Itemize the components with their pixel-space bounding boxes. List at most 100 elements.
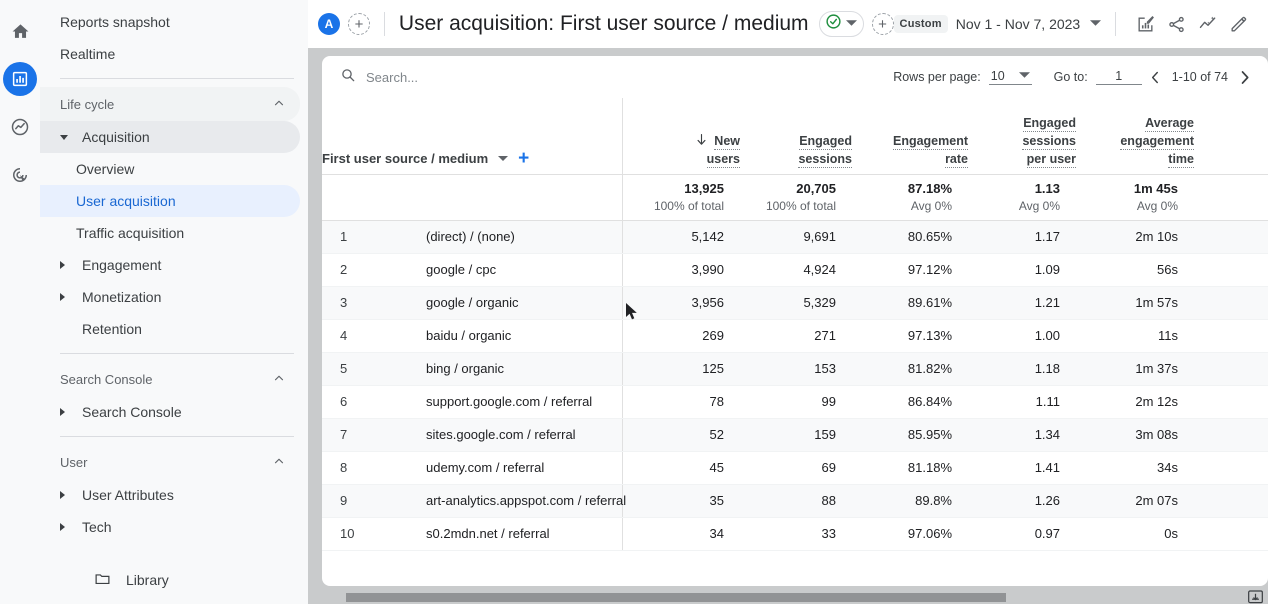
sidebar-section-search-console[interactable]: Search Console bbox=[40, 362, 300, 396]
row-dimension[interactable]: bing / organic bbox=[378, 352, 623, 386]
avatar[interactable]: A bbox=[318, 13, 340, 35]
sidebar-section-label: User bbox=[60, 454, 88, 470]
explore-icon[interactable] bbox=[3, 110, 37, 144]
table-row[interactable]: 9 art-analytics.appspot.com / referral 35 8… bbox=[322, 484, 1268, 518]
horizontal-scrollbar[interactable] bbox=[322, 590, 1268, 604]
report-table: First user source / medium + New users E… bbox=[322, 98, 1268, 551]
trend-sparkline-icon[interactable] bbox=[1192, 7, 1223, 41]
totals-value: 1.13 bbox=[1034, 180, 1060, 196]
totals-cell-average-engagement-time: 1m 45s Avg 0% bbox=[1076, 174, 1194, 221]
add-comparison-icon[interactable]: + bbox=[348, 13, 370, 35]
table-row[interactable]: 4 baidu / organic 269 271 97.13% 1.00 11s bbox=[322, 319, 1268, 353]
caret-down-icon[interactable] bbox=[498, 151, 509, 166]
add-dimension-icon[interactable]: + bbox=[518, 149, 529, 168]
cell-engagement-rate: 85.95% bbox=[852, 418, 968, 452]
sidebar-item-reports-snapshot[interactable]: Reports snapshot bbox=[40, 6, 300, 38]
table-row[interactable]: 1 (direct) / (none) 5,142 9,691 80.65% 1.17 2m… bbox=[322, 220, 1268, 254]
reports-bar-chart-icon[interactable] bbox=[3, 62, 37, 96]
search-box[interactable] bbox=[340, 67, 893, 88]
home-icon[interactable] bbox=[3, 14, 37, 48]
date-range-label[interactable]: Nov 1 - Nov 7, 2023 bbox=[956, 16, 1081, 32]
go-to-input[interactable]: 1 bbox=[1095, 69, 1142, 85]
sidebar-item-user-acquisition[interactable]: User acquisition bbox=[40, 185, 300, 217]
caret-down-icon[interactable] bbox=[1090, 15, 1102, 33]
totals-subtext: Avg 0% bbox=[1136, 198, 1178, 213]
analytics-app: Reports snapshot Realtime Life cycle Acq… bbox=[0, 0, 1268, 604]
cell-engagement-rate: 97.06% bbox=[852, 517, 968, 551]
prev-page-button[interactable] bbox=[1142, 63, 1170, 91]
sidebar-item-traffic-acquisition[interactable]: Traffic acquisition bbox=[40, 217, 300, 249]
share-icon[interactable] bbox=[1161, 7, 1192, 41]
sidebar-item-acquisition[interactable]: Acquisition bbox=[40, 121, 300, 153]
scrollbar-thumb[interactable] bbox=[346, 593, 1006, 602]
sidebar-item-tech[interactable]: Tech bbox=[40, 511, 300, 543]
insights-chart-icon[interactable] bbox=[1130, 7, 1161, 41]
cell-engagement-rate: 86.84% bbox=[852, 385, 968, 419]
table-row[interactable]: 10 s0.2mdn.net / referral 34 33 97.06% 0.97 0s bbox=[322, 517, 1268, 551]
cell-new-users: 5,142 bbox=[622, 220, 740, 254]
table-toolbar: Rows per page: 10 Go to: 1 1-10 of 7 bbox=[322, 56, 1268, 98]
table-row[interactable]: 7 sites.google.com / referral 52 159 85.95% 1… bbox=[322, 418, 1268, 452]
column-header-line2: engagement bbox=[1120, 133, 1194, 150]
cell-engaged-sessions: 153 bbox=[740, 352, 852, 386]
cell-engaged-sessions: 99 bbox=[740, 385, 852, 419]
cell-engaged-sessions-per-user: 1.26 bbox=[968, 484, 1076, 518]
cell-engagement-rate: 89.61% bbox=[852, 286, 968, 320]
table-row[interactable]: 5 bing / organic 125 153 81.82% 1.18 1m 37s bbox=[322, 352, 1268, 386]
table-row[interactable]: 3 google / organic 3,956 5,329 89.61% 1.21 1m … bbox=[322, 286, 1268, 320]
cell-engagement-rate: 81.82% bbox=[852, 352, 968, 386]
row-dimension[interactable]: udemy.com / referral bbox=[378, 451, 623, 485]
cell-event-count bbox=[1194, 517, 1268, 551]
row-dimension[interactable]: s0.2mdn.net / referral bbox=[378, 517, 623, 551]
table-row[interactable]: 6 support.google.com / referral 78 99 86.84%… bbox=[322, 385, 1268, 419]
row-dimension[interactable]: google / organic bbox=[378, 286, 623, 320]
chevron-up-icon bbox=[272, 371, 286, 388]
row-dimension[interactable]: support.google.com / referral bbox=[378, 385, 623, 419]
table-scroll-region[interactable]: First user source / medium + New users E… bbox=[322, 98, 1268, 586]
edit-pencil-icon[interactable] bbox=[1223, 7, 1254, 41]
row-dimension[interactable]: (direct) / (none) bbox=[378, 220, 623, 254]
sidebar-item-retention[interactable]: Retention bbox=[40, 313, 300, 345]
resize-handle-icon[interactable] bbox=[1244, 584, 1266, 604]
column-header-new-users[interactable]: New users bbox=[622, 98, 740, 175]
sidebar-nav: Reports snapshot Realtime Life cycle Acq… bbox=[40, 0, 308, 604]
next-page-button[interactable] bbox=[1230, 63, 1258, 91]
sidebar-item-realtime[interactable]: Realtime bbox=[40, 38, 300, 70]
totals-cell-event-count: 5։ 100% bbox=[1194, 174, 1268, 221]
sidebar-item-engagement[interactable]: Engagement bbox=[40, 249, 300, 281]
column-header-engaged-sessions-per-user[interactable]: Engaged sessions per user bbox=[968, 98, 1076, 175]
totals-value: 1m 45s bbox=[1133, 180, 1178, 196]
search-input[interactable] bbox=[366, 69, 606, 85]
cell-engaged-sessions: 271 bbox=[740, 319, 852, 353]
cell-average-engagement-time: 56s bbox=[1076, 253, 1194, 287]
table-row[interactable]: 2google / cpc3,9904,92497.12%1.0956s6 bbox=[322, 253, 1268, 287]
sidebar-item-library[interactable]: Library bbox=[40, 564, 300, 596]
column-header-engaged-sessions[interactable]: Engaged sessions bbox=[740, 98, 852, 175]
add-segment-icon[interactable]: + bbox=[871, 13, 894, 35]
cell-engaged-sessions-per-user: 1.34 bbox=[968, 418, 1076, 452]
column-header-event-count[interactable]: Event co All event bbox=[1194, 98, 1268, 175]
row-dimension[interactable]: baidu / organic bbox=[378, 319, 623, 353]
column-header-engagement-rate[interactable]: Engagement rate bbox=[852, 98, 968, 175]
sidebar-item-user-attributes[interactable]: User Attributes bbox=[40, 479, 300, 511]
sidebar-item-monetization[interactable]: Monetization bbox=[40, 281, 300, 313]
sidebar-item-search-console[interactable]: Search Console bbox=[40, 396, 300, 428]
totals-cell-new-users: 13,925 100% of total bbox=[622, 174, 740, 221]
advertising-target-icon[interactable] bbox=[3, 158, 37, 192]
row-dimension[interactable]: art-analytics.appspot.com / referral bbox=[378, 484, 626, 518]
column-header-average-engagement-time[interactable]: Average engagement time bbox=[1076, 98, 1194, 175]
table-row[interactable]: 8 udemy.com / referral 45 69 81.18% 1.41 34s bbox=[322, 451, 1268, 485]
cell-engaged-sessions: 88 bbox=[740, 484, 852, 518]
status-badge[interactable] bbox=[818, 11, 864, 37]
icon-rail bbox=[0, 0, 40, 604]
rows-per-page-select[interactable]: 10 bbox=[988, 69, 1032, 85]
sidebar-section-user[interactable]: User bbox=[40, 445, 300, 479]
sidebar-item-label: Realtime bbox=[60, 46, 116, 62]
sidebar-item-overview[interactable]: Overview bbox=[40, 153, 300, 185]
dimension-header[interactable]: First user source / medium + bbox=[322, 98, 623, 175]
arrow-down-icon bbox=[694, 132, 709, 152]
cell-event-count bbox=[1194, 319, 1268, 353]
row-dimension[interactable]: google / cpc bbox=[378, 253, 623, 287]
row-dimension[interactable]: sites.google.com / referral bbox=[378, 418, 623, 452]
sidebar-section-life-cycle[interactable]: Life cycle bbox=[40, 87, 300, 121]
